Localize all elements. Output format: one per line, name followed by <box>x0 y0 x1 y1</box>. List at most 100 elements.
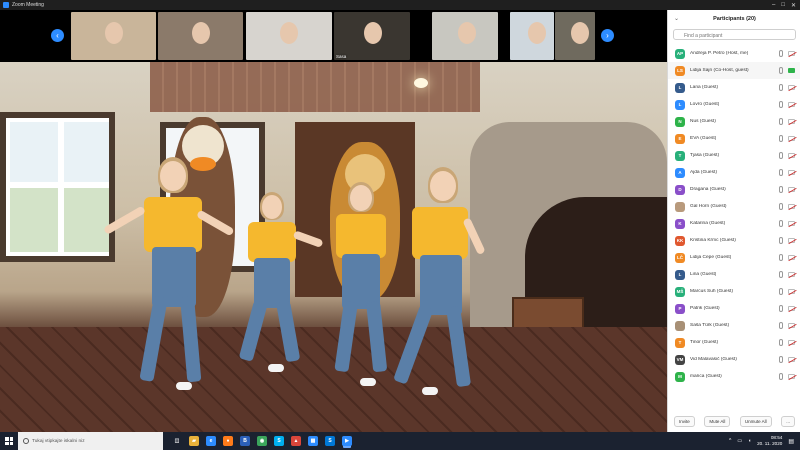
taskbar-search-input[interactable]: Tukaj vtipkajte iskalni niz <box>18 432 163 450</box>
avatar <box>675 320 685 331</box>
participant-status-icons <box>779 203 795 210</box>
participant-row[interactable]: T Tjasa (Guest) <box>668 147 800 164</box>
clock-date: 20. 11. 2020 <box>757 441 783 446</box>
unmute-all-button[interactable]: Unmute All <box>739 415 772 427</box>
participant-status-icons <box>779 101 795 108</box>
participant-row[interactable]: MŠ Marcus Šuh (Guest) <box>668 283 800 300</box>
panel-footer: Invite Mute All Unmute All ... <box>668 410 800 432</box>
chrome-icon[interactable]: ◉ <box>257 436 267 446</box>
volume-icon[interactable]: ◖ <box>748 438 751 444</box>
zoom-app-icon <box>3 2 9 8</box>
thumbnail-label: Sasa <box>336 54 347 59</box>
maximize-icon[interactable]: □ <box>781 2 785 8</box>
participant-thumbnail[interactable] <box>246 12 332 60</box>
close-icon[interactable]: ✕ <box>791 2 796 9</box>
microphone-muted-icon <box>779 84 783 91</box>
participant-thumbnail[interactable] <box>71 12 156 60</box>
participant-status-icons <box>779 220 795 227</box>
participant-name: marica (Guest) <box>690 374 722 379</box>
firefox-icon[interactable]: ● <box>223 436 233 446</box>
participant-row[interactable]: E EVA (Guest) <box>668 130 800 147</box>
participant-row[interactable]: LS Lidija Sajn (Co-Host, guest) <box>668 62 800 79</box>
participant-row[interactable]: LČ Lidija Čepe (Guest) <box>668 249 800 266</box>
participant-row[interactable]: D Dragana (Guest) <box>668 181 800 198</box>
taskbar-apps: ◫ ▰ e ● B ◉ S ▲ ▦ S ▶ <box>172 436 352 446</box>
skype2-icon[interactable]: S <box>325 436 335 446</box>
avatar: VM <box>675 354 685 365</box>
participant-row[interactable]: N Nus (Guest) <box>668 113 800 130</box>
b-app-icon[interactable]: B <box>240 436 250 446</box>
participant-row[interactable]: Gal Horn (Guest) <box>668 198 800 215</box>
participant-thumbnail[interactable] <box>510 12 554 60</box>
participant-thumbnail[interactable]: Sasa <box>334 12 410 60</box>
participant-thumbnail[interactable] <box>555 12 595 60</box>
participant-status-icons <box>779 322 795 329</box>
photos-icon[interactable]: ▦ <box>308 436 318 446</box>
participant-name: Patrik (Guest) <box>690 306 720 311</box>
avatar: T <box>675 337 685 348</box>
participant-name: Lovro (Guest) <box>690 102 720 107</box>
microphone-muted-icon <box>779 118 783 125</box>
clock[interactable]: 08:54 20. 11. 2020 <box>757 435 782 447</box>
mute-all-button[interactable]: Mute All <box>704 415 731 427</box>
avatar: K <box>675 218 685 229</box>
participant-face <box>280 21 299 44</box>
participant-search-input[interactable] <box>673 29 796 40</box>
participant-row[interactable]: A Ajda (Guest) <box>668 164 800 181</box>
microphone-muted-icon <box>779 101 783 108</box>
next-page-button[interactable]: › <box>601 29 614 42</box>
video-camera-icon <box>788 153 795 158</box>
video-camera-icon <box>788 102 795 107</box>
system-tray: ^ ▭ ◖ 08:54 20. 11. 2020 ▤ <box>729 432 794 450</box>
participant-row[interactable]: L Lana (Guest) <box>668 79 800 96</box>
microphone-muted-icon <box>779 50 783 57</box>
start-button[interactable] <box>0 432 18 450</box>
avatar: M <box>675 371 685 382</box>
participant-row[interactable]: Saša Türk (Guest) <box>668 317 800 334</box>
microphone-muted-icon <box>779 186 783 193</box>
invite-button[interactable]: Invite <box>674 415 695 427</box>
video-camera-icon <box>788 204 795 209</box>
participant-face <box>364 21 383 44</box>
task-view-icon[interactable]: ◫ <box>172 436 182 446</box>
participant-row[interactable]: L Lovro (Guest) <box>668 96 800 113</box>
more-options-button[interactable]: ... <box>781 415 795 427</box>
dancer-3 <box>330 182 410 392</box>
participant-name: EVA (Guest) <box>690 136 717 141</box>
paint-icon[interactable]: ▲ <box>291 436 301 446</box>
avatar: T <box>675 150 685 161</box>
participant-status-icons <box>779 373 795 380</box>
zoom-icon[interactable]: ▶ <box>342 436 352 446</box>
file-explorer-icon[interactable]: ▰ <box>189 436 199 446</box>
participant-row[interactable]: VM Vid Malavasič (Guest) <box>668 351 800 368</box>
edge-icon[interactable]: e <box>206 436 216 446</box>
participant-name: Andreja P. Petro (Host, me) <box>690 51 749 56</box>
participant-name: Kristina Krmc (Guest) <box>690 238 736 243</box>
skype-icon[interactable]: S <box>274 436 284 446</box>
participant-row[interactable]: L Lina (Guest) <box>668 266 800 283</box>
microphone-muted-icon <box>779 288 783 295</box>
participant-row[interactable]: P Patrik (Guest) <box>668 300 800 317</box>
prev-page-button[interactable]: ‹ <box>51 29 64 42</box>
participant-row[interactable]: AP Andreja P. Petro (Host, me) <box>668 45 800 62</box>
participant-name: Saša Türk (Guest) <box>690 323 730 328</box>
participant-row[interactable]: Mmarica (Guest) <box>668 368 800 385</box>
participant-name: Tjasa (Guest) <box>690 153 720 158</box>
participant-status-icons <box>779 118 795 125</box>
windows-logo-icon <box>5 437 13 445</box>
window-left <box>0 112 115 262</box>
collapse-panel-icon[interactable]: ⌄ <box>674 15 679 22</box>
tray-up-arrow-icon[interactable]: ^ <box>729 438 731 444</box>
video-camera-icon <box>788 170 795 175</box>
notifications-icon[interactable]: ▤ <box>788 438 794 445</box>
participants-panel: ⌄ Participants (20) APAndreja P. Petro (… <box>667 10 800 432</box>
participant-row[interactable]: T Tinor (Guest) <box>668 334 800 351</box>
network-icon[interactable]: ▭ <box>737 438 742 444</box>
participant-thumbnail[interactable] <box>432 12 498 60</box>
minimize-icon[interactable]: – <box>772 2 775 8</box>
participant-row[interactable]: K Katarina (Guest) <box>668 215 800 232</box>
video-camera-icon <box>788 357 795 362</box>
participant-row[interactable]: KK Kristina Krmc (Guest) <box>668 232 800 249</box>
participant-thumbnail[interactable] <box>158 12 243 60</box>
avatar: A <box>675 167 685 178</box>
